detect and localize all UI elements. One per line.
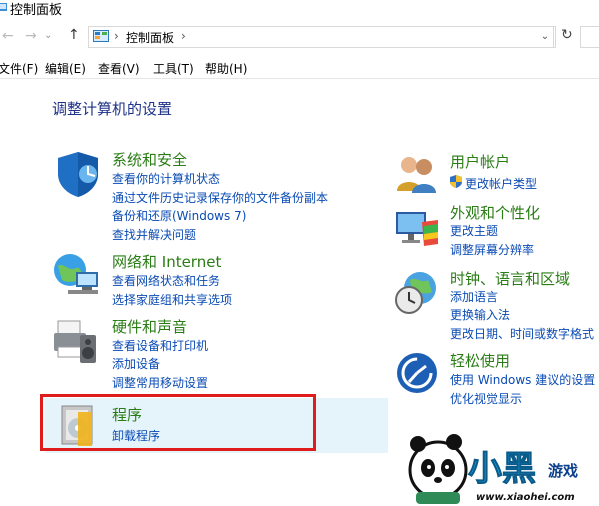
category-hardware-sound[interactable]: 硬件和声音 (112, 316, 187, 337)
programs-icon[interactable] (58, 404, 98, 448)
category-clock-language-region[interactable]: 时钟、语言和区域 (450, 268, 570, 289)
menu-view[interactable]: 查看(V) (98, 60, 140, 77)
address-dropdown-icon[interactable]: ⌄ (537, 26, 554, 48)
network-globe-icon[interactable] (52, 252, 102, 298)
link-change-input-method[interactable]: 更换输入法 (450, 306, 510, 323)
svg-text:www.xiaohei.com: www.xiaohei.com (476, 492, 575, 503)
breadcrumb-control-panel[interactable]: 控制面板 (126, 29, 174, 46)
category-programs[interactable]: 程序 (112, 404, 142, 425)
breadcrumb-separator: › (114, 29, 119, 43)
link-uninstall-program[interactable]: 卸载程序 (112, 427, 160, 444)
svg-text:小黑: 小黑 (468, 449, 536, 489)
link-add-device[interactable]: 添加设备 (112, 355, 160, 372)
address-divider (555, 26, 556, 48)
menu-divider (0, 78, 599, 79)
link-screen-resolution[interactable]: 调整屏幕分辨率 (450, 241, 534, 258)
control-panel-small-icon (93, 30, 109, 42)
appearance-icon[interactable] (394, 208, 440, 248)
link-network-status[interactable]: 查看网络状态和任务 (112, 272, 220, 289)
forward-button[interactable]: → (25, 28, 37, 44)
menu-tools[interactable]: 工具(T) (153, 60, 194, 77)
uac-shield-icon (450, 175, 462, 188)
category-network[interactable]: 网络和 Internet (112, 251, 221, 272)
link-homegroup[interactable]: 选择家庭组和共享选项 (112, 291, 232, 308)
ease-of-access-icon[interactable] (396, 352, 438, 394)
menu-file[interactable]: 文件(F) (0, 60, 38, 77)
link-mobility-settings[interactable]: 调整常用移动设置 (112, 374, 208, 391)
link-devices-printers[interactable]: 查看设备和打印机 (112, 337, 208, 354)
link-add-language[interactable]: 添加语言 (450, 288, 498, 305)
link-recommended-settings[interactable]: 使用 Windows 建议的设置 (450, 371, 595, 388)
control-panel-icon (0, 3, 7, 11)
link-file-history[interactable]: 通过文件历史记录保存你的文件备份副本 (112, 189, 328, 206)
menu-help[interactable]: 帮助(H) (205, 60, 247, 77)
clock-globe-icon[interactable] (394, 270, 440, 316)
recent-dropdown-icon[interactable]: ⌄ (44, 30, 52, 41)
search-input[interactable] (580, 26, 599, 48)
page-heading: 调整计算机的设置 (52, 100, 173, 118)
link-view-computer-status[interactable]: 查看你的计算机状态 (112, 170, 220, 187)
up-button[interactable]: ↑ (68, 27, 80, 43)
link-date-time-format[interactable]: 更改日期、时间或数字格式 (450, 325, 594, 342)
link-troubleshoot[interactable]: 查找并解决问题 (112, 226, 196, 243)
link-change-account-type[interactable]: 更改帐户类型 (465, 175, 537, 192)
menu-edit[interactable]: 编辑(E) (45, 60, 86, 77)
address-bar[interactable]: › 控制面板 › (88, 26, 556, 48)
shield-icon[interactable] (54, 150, 102, 198)
category-user-accounts[interactable]: 用户帐户 (450, 151, 510, 172)
breadcrumb-separator-2[interactable]: › (181, 29, 186, 43)
category-system-security[interactable]: 系统和安全 (112, 149, 187, 170)
refresh-icon[interactable]: ↻ (561, 27, 573, 43)
xiaohei-watermark-logo: 小黑 游戏 www.xiaohei.com (408, 434, 578, 504)
link-backup-restore[interactable]: 备份和还原(Windows 7) (112, 207, 246, 224)
category-ease-of-access[interactable]: 轻松使用 (450, 350, 510, 371)
window-title: 控制面板 (10, 3, 63, 18)
category-appearance[interactable]: 外观和个性化 (450, 202, 540, 223)
user-accounts-icon[interactable] (396, 153, 438, 193)
link-change-theme[interactable]: 更改主题 (450, 222, 498, 239)
back-button[interactable]: ← (2, 28, 14, 44)
link-optimize-visual-display[interactable]: 优化视觉显示 (450, 390, 522, 407)
printer-speaker-icon[interactable] (52, 317, 102, 367)
svg-text:游戏: 游戏 (548, 462, 578, 480)
title-bar: 控制面板 (0, 0, 599, 20)
